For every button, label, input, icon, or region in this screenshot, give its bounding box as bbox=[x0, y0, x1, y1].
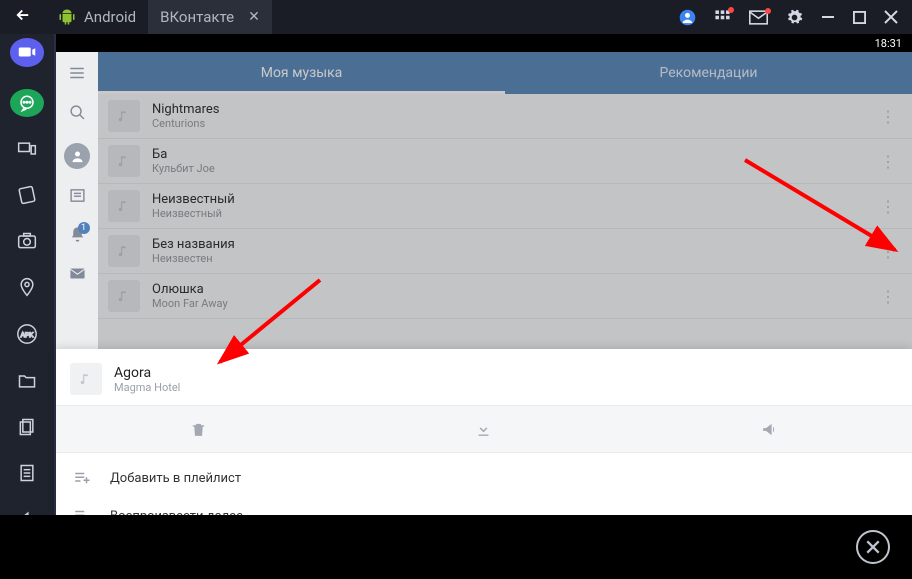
launcher-rail: APK bbox=[0, 34, 54, 579]
launcher-camera-icon[interactable] bbox=[17, 231, 37, 255]
music-note-icon bbox=[70, 363, 102, 395]
sheet-actions bbox=[56, 405, 912, 453]
system-buttons bbox=[679, 9, 912, 26]
profile-avatar[interactable] bbox=[64, 143, 90, 169]
back-button[interactable] bbox=[0, 5, 46, 29]
maximize-button[interactable] bbox=[853, 11, 866, 24]
menu-add-playlist[interactable]: Добавить в плейлист bbox=[56, 459, 912, 497]
news-icon[interactable] bbox=[69, 187, 86, 208]
svg-text:APK: APK bbox=[21, 332, 35, 339]
account-icon[interactable] bbox=[679, 9, 696, 26]
status-time: 18:31 bbox=[875, 37, 902, 50]
sheet-header: AgoraMagma Hotel bbox=[56, 349, 912, 405]
messages-icon[interactable] bbox=[69, 265, 86, 286]
emulator-window: Android ВКонтакте ✕ bbox=[0, 0, 912, 579]
menu-icon[interactable] bbox=[68, 64, 86, 86]
menu-label: Добавить в плейлист bbox=[110, 471, 241, 486]
sheet-track-artist: Magma Hotel bbox=[114, 381, 180, 394]
download-button[interactable] bbox=[341, 406, 626, 452]
launcher-camera-app[interactable] bbox=[10, 38, 44, 67]
body: APK 18:31 1 bbox=[0, 34, 912, 579]
tab-vkontakte-label: ВКонтакте bbox=[160, 8, 234, 26]
notifications-icon[interactable]: 1 bbox=[69, 226, 86, 247]
settings-icon[interactable] bbox=[786, 9, 803, 26]
launcher-location-icon[interactable] bbox=[17, 277, 37, 301]
titlebar: Android ВКонтакте ✕ bbox=[0, 0, 912, 34]
tab-android[interactable]: Android bbox=[46, 0, 148, 34]
apps-icon[interactable] bbox=[714, 9, 731, 26]
close-ad-button[interactable] bbox=[856, 530, 890, 564]
delete-button[interactable] bbox=[56, 406, 341, 452]
close-tab-icon[interactable]: ✕ bbox=[248, 9, 260, 25]
launcher-chat-app[interactable] bbox=[10, 89, 44, 118]
sheet-track-title: Agora bbox=[114, 365, 180, 381]
launcher-tablet-icon[interactable] bbox=[17, 185, 37, 209]
minimize-button[interactable] bbox=[821, 10, 835, 24]
launcher-copy-icon[interactable] bbox=[17, 417, 37, 441]
broadcast-button[interactable] bbox=[627, 406, 912, 452]
playlist-add-icon bbox=[70, 469, 94, 487]
tab-vkontakte[interactable]: ВКонтакте ✕ bbox=[148, 0, 272, 34]
app-area: 18:31 1 Моя музыка Р bbox=[54, 34, 912, 579]
notification-badge: 1 bbox=[78, 222, 90, 234]
mail-icon[interactable] bbox=[749, 10, 768, 25]
launcher-apk-icon[interactable]: APK bbox=[16, 323, 38, 349]
launcher-paste-icon[interactable] bbox=[17, 463, 37, 487]
close-window-button[interactable] bbox=[884, 10, 898, 24]
launcher-devices-icon[interactable] bbox=[17, 139, 37, 163]
tab-android-label: Android bbox=[84, 8, 136, 26]
search-icon[interactable] bbox=[69, 104, 86, 125]
app-content: 1 Моя музыка Рекомендации NightmaresCent… bbox=[56, 52, 912, 579]
bottom-bar bbox=[0, 515, 912, 579]
launcher-folder-icon[interactable] bbox=[17, 371, 37, 395]
android-statusbar: 18:31 bbox=[56, 34, 912, 52]
